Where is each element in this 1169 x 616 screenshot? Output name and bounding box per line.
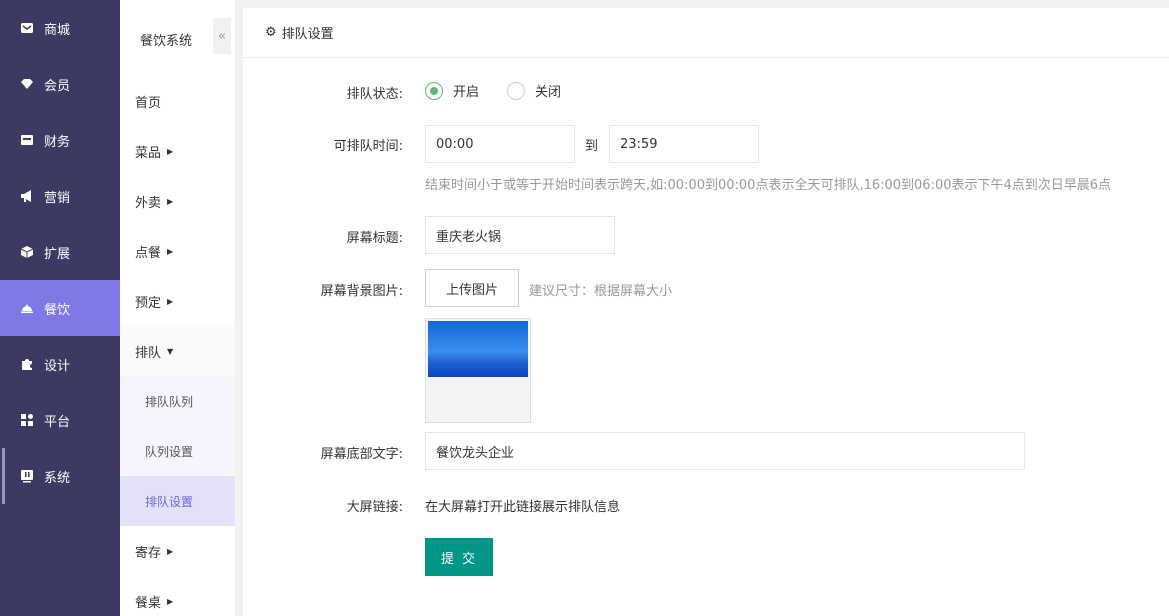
caret-right-icon: ▶ <box>167 296 174 306</box>
submenu-child-label: 队列设置 <box>145 444 194 459</box>
bg-image-preview[interactable] <box>425 318 531 423</box>
submenu-item-label: 外卖 <box>135 195 162 211</box>
radio-unchecked-icon <box>507 81 525 100</box>
collapse-button[interactable]: « <box>213 18 231 54</box>
submenu-item-label: 菜品 <box>135 145 162 161</box>
nav-item-catering[interactable]: 餐饮 <box>0 280 120 336</box>
sub-menu: 餐饮系统 « 首页 菜品 ▶ 外卖 ▶ 点餐 ▶ 预定 ▶ 排队 ▼ 排队队列 <box>120 0 235 616</box>
gear-icon: ⚙ <box>265 25 277 40</box>
app: 商城 会员 财务 营销 扩展 餐饮 设计 平台 系统 餐饮系统 « 首页 菜品 … <box>0 0 1169 616</box>
cloche-icon <box>20 301 34 315</box>
nav-label: 设计 <box>44 358 71 374</box>
nav-label: 营销 <box>44 190 71 206</box>
caret-right-icon: ▶ <box>167 596 174 606</box>
submenu-item-label: 预定 <box>135 295 162 311</box>
radio-label: 开启 <box>453 85 480 100</box>
time-end-input[interactable] <box>609 125 759 163</box>
grid-icon <box>20 413 34 427</box>
time-separator: 到 <box>585 139 599 154</box>
page-title: 排队设置 <box>281 27 334 42</box>
monitor-icon <box>20 469 34 483</box>
radio-checked-icon <box>425 81 443 100</box>
puzzle-icon <box>20 357 34 371</box>
submenu-child-queue-config[interactable]: 队列设置 <box>120 426 235 476</box>
time-hint: 结束时间小于或等于开始时间表示跨天,如:00:00到00:00点表示全天可排队,… <box>425 178 1112 193</box>
submenu-item-label: 首页 <box>135 95 162 111</box>
caret-down-icon: ▼ <box>167 346 174 356</box>
nav-label: 财务 <box>44 134 71 150</box>
footer-text-label: 屏幕底部文字: <box>320 447 403 462</box>
caret-right-icon: ▶ <box>167 196 174 206</box>
bg-image-label: 屏幕背景图片: <box>320 284 403 299</box>
submenu-item-label: 点餐 <box>135 245 162 261</box>
caret-right-icon: ▶ <box>167 546 174 556</box>
settings-panel: ⚙ 排队设置 排队状态: 开启 关闭 可排队时间: 到 结束时间小于或等于开始时… <box>243 8 1169 616</box>
screen-title-label: 屏幕标题: <box>346 231 403 246</box>
submenu-child-queue-list[interactable]: 排队队列 <box>120 376 235 426</box>
nav-item-system[interactable]: 系统 <box>0 448 120 504</box>
submenu-item-label: 餐桌 <box>135 595 162 611</box>
double-chevron-left-icon: « <box>218 28 226 44</box>
nav-label: 平台 <box>44 414 71 430</box>
time-start-input[interactable] <box>425 125 575 163</box>
submenu-item-order[interactable]: 点餐 ▶ <box>120 226 235 276</box>
submenu-item-label: 排队 <box>135 345 162 361</box>
footer-text-input[interactable] <box>425 432 1025 470</box>
nav-item-member[interactable]: 会员 <box>0 56 120 112</box>
submenu-item-home[interactable]: 首页 <box>120 76 235 126</box>
submenu-child-label: 排队设置 <box>145 494 194 509</box>
bg-image <box>428 321 528 377</box>
screen-link-label: 大屏链接: <box>346 500 403 515</box>
screen-link[interactable]: 在大屏幕打开此链接展示排队信息 <box>425 496 620 515</box>
wallet-icon <box>20 133 34 147</box>
nav-item-mall[interactable]: 商城 <box>0 0 120 56</box>
upload-image-button[interactable]: 上传图片 <box>425 269 519 307</box>
submit-button[interactable]: 提 交 <box>425 538 493 576</box>
nav-label: 商城 <box>44 22 71 38</box>
nav-item-marketing[interactable]: 营销 <box>0 168 120 224</box>
nav-label: 会员 <box>44 78 71 94</box>
submenu-child-queue-settings[interactable]: 排队设置 <box>120 476 235 526</box>
status-on-radio[interactable]: 开启 <box>425 81 479 100</box>
time-label: 可排队时间: <box>333 139 403 154</box>
tag-icon <box>20 77 34 91</box>
submenu-item-takeout[interactable]: 外卖 ▶ <box>120 176 235 226</box>
nav-item-finance[interactable]: 财务 <box>0 112 120 168</box>
nav-item-platform[interactable]: 平台 <box>0 392 120 448</box>
caret-right-icon: ▶ <box>167 246 174 256</box>
submenu-item-queue[interactable]: 排队 ▼ <box>120 326 235 376</box>
mail-icon <box>20 21 34 35</box>
status-label: 排队状态: <box>346 87 403 102</box>
bg-size-hint: 建议尺寸：根据屏幕大小 <box>529 284 673 299</box>
cube-icon <box>20 245 34 259</box>
submenu-item-tables[interactable]: 餐桌 ▶ <box>120 576 235 616</box>
screen-title-input[interactable] <box>425 216 615 254</box>
nav-item-extend[interactable]: 扩展 <box>0 224 120 280</box>
status-off-radio[interactable]: 关闭 <box>507 81 561 100</box>
megaphone-icon <box>20 189 34 203</box>
nav-item-design[interactable]: 设计 <box>0 336 120 392</box>
nav-label: 扩展 <box>44 246 71 262</box>
panel-header: ⚙ 排队设置 <box>243 8 1169 58</box>
nav-label: 系统 <box>44 470 71 486</box>
caret-right-icon: ▶ <box>167 146 174 156</box>
submenu-item-label: 寄存 <box>135 545 162 561</box>
submenu-item-storage[interactable]: 寄存 ▶ <box>120 526 235 576</box>
nav-label: 餐饮 <box>44 302 71 318</box>
submenu-item-reserve[interactable]: 预定 ▶ <box>120 276 235 326</box>
submenu-title: 餐饮系统 <box>140 34 193 49</box>
radio-label: 关闭 <box>535 85 562 100</box>
submenu-item-dishes[interactable]: 菜品 ▶ <box>120 126 235 176</box>
submenu-child-label: 排队队列 <box>145 394 194 409</box>
main-nav: 商城 会员 财务 营销 扩展 餐饮 设计 平台 系统 <box>0 0 120 616</box>
